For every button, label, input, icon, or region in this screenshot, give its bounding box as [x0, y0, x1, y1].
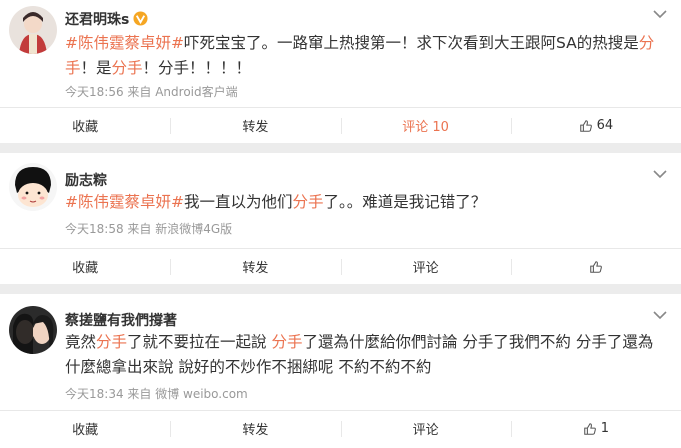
author-name[interactable]: 还君明珠s: [65, 9, 148, 29]
comment-button[interactable]: 评论: [340, 411, 511, 446]
post-card: 励志粽 #陈伟霆蔡卓妍#我一直以为他们分手了。。难道是我记错了？ 今天18:58…: [0, 153, 681, 284]
favorite-label: 收藏: [72, 120, 99, 135]
thumbs-up-icon: [590, 260, 602, 273]
author-name[interactable]: 励志粽: [65, 170, 107, 190]
divider: [510, 421, 512, 437]
favorite-button[interactable]: 收藏: [0, 108, 170, 143]
avatar[interactable]: [9, 163, 57, 211]
repost-label: 转发: [242, 261, 269, 276]
comment-button[interactable]: 评论 10: [340, 108, 511, 143]
favorite-button[interactable]: 收藏: [0, 411, 170, 446]
divider: [170, 421, 172, 437]
text-segment: 我一直以为他们: [183, 193, 293, 211]
text-segment: ！是: [80, 59, 112, 77]
favorite-label: 收藏: [72, 261, 99, 276]
text-segment: 了就不要拉在一起說: [127, 333, 272, 351]
repost-button[interactable]: 转发: [170, 249, 340, 284]
divider: [340, 421, 342, 437]
post-meta: 今天18:56 来自 Android客户端: [65, 85, 238, 99]
avatar[interactable]: [9, 6, 57, 54]
favorite-label: 收藏: [72, 423, 99, 438]
action-bar: 收藏 转发 评论 10 64: [0, 107, 681, 143]
comment-button[interactable]: 评论: [340, 249, 511, 284]
repost-label: 转发: [242, 423, 269, 438]
chevron-down-icon[interactable]: [653, 9, 667, 19]
text-segment: 竟然: [65, 333, 97, 351]
action-bar: 收藏 转发 评论: [0, 248, 681, 284]
post-text: #陈伟霆蔡卓妍#我一直以为他们分手了。。难道是我记错了？: [65, 190, 665, 215]
post-card: 还君明珠s #陈伟霆蔡卓妍#吓死宝宝了。一路窜上热搜第一！求下次看到大王跟阿SA…: [0, 0, 681, 143]
highlight-keyword: 分手: [292, 193, 324, 211]
chevron-down-icon[interactable]: [653, 169, 667, 179]
author-link[interactable]: 励志粽: [65, 173, 107, 189]
divider: [170, 118, 172, 134]
like-count: 64: [596, 118, 614, 133]
vip-badge-icon: [133, 11, 148, 26]
like-count: 1: [600, 421, 610, 436]
like-button[interactable]: [510, 249, 681, 284]
action-bar: 收藏 转发 评论 1: [0, 410, 681, 446]
repost-button[interactable]: 转发: [170, 108, 340, 143]
favorite-button[interactable]: 收藏: [0, 249, 170, 284]
post-meta: 今天18:34 来自 微博 weibo.com: [65, 387, 248, 401]
topic-tag[interactable]: #陈伟霆蔡卓妍#: [65, 34, 184, 52]
divider: [170, 259, 172, 275]
divider: [510, 259, 512, 275]
highlight-keyword: 分手: [111, 59, 143, 77]
comment-label: 评论 10: [402, 120, 449, 135]
highlight-keyword: 分手: [271, 333, 303, 351]
text-segment: 了。。难道是我记错了？: [323, 193, 487, 211]
highlight-keyword: 分手: [96, 333, 128, 351]
post-text: #陈伟霆蔡卓妍#吓死宝宝了。一路窜上热搜第一！求下次看到大王跟阿SA的热搜是分手…: [65, 31, 665, 81]
divider: [340, 118, 342, 134]
chevron-down-icon[interactable]: [653, 310, 667, 320]
thumbs-up-icon: [583, 422, 596, 435]
divider: [510, 118, 512, 134]
divider: [340, 259, 342, 275]
post-card: 蔡搓鹽有我們撐著 竟然分手了就不要拉在一起說 分手了還為什麼給你們討論 分手了我…: [0, 294, 681, 448]
post-meta: 今天18:58 来自 新浪微博4G版: [65, 222, 233, 236]
post-text: 竟然分手了就不要拉在一起說 分手了還為什麼給你們討論 分手了我們不約 分手了還為…: [65, 330, 665, 380]
text-segment: ！分手！！！！: [142, 59, 252, 77]
author-link[interactable]: 蔡搓鹽有我們撐著: [65, 313, 177, 329]
author-link[interactable]: 还君明珠s: [65, 12, 129, 28]
like-button[interactable]: 1: [510, 411, 681, 446]
author-name[interactable]: 蔡搓鹽有我們撐著: [65, 310, 177, 330]
like-button[interactable]: 64: [510, 108, 681, 143]
avatar[interactable]: [9, 306, 57, 354]
comment-label: 评论: [412, 261, 439, 276]
text-segment: 吓死宝宝了。一路窜上热搜第一！求下次看到大王跟阿SA的热搜是: [183, 34, 639, 52]
repost-label: 转发: [242, 120, 269, 135]
topic-tag[interactable]: #陈伟霆蔡卓妍#: [65, 193, 184, 211]
thumbs-up-icon: [579, 119, 592, 132]
comment-label: 评论: [412, 423, 439, 438]
repost-button[interactable]: 转发: [170, 411, 340, 446]
